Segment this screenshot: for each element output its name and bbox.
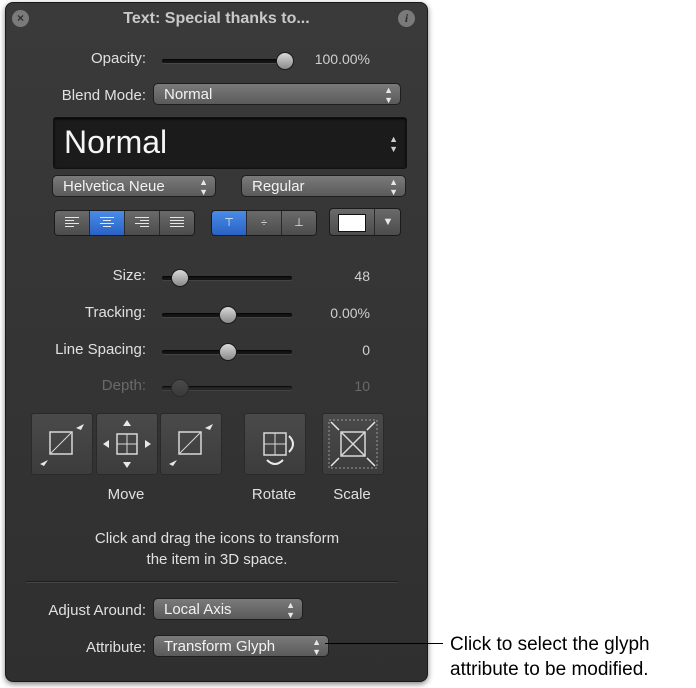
move-xy-button[interactable] [31, 413, 93, 475]
scale-label: Scale [333, 486, 371, 503]
scale-icon [328, 419, 378, 469]
attribute-label: Attribute: [85, 639, 146, 656]
move-icon [103, 420, 151, 468]
popup-arrows-icon: ▲ ▼ [389, 177, 398, 197]
popup-arrows-icon: ▲ ▼ [389, 134, 398, 154]
font-family-popup[interactable]: Helvetica Neue ▲ ▼ [52, 175, 216, 197]
text-hud-panel: × Text: Special thanks to... i Opacity: … [5, 2, 428, 682]
line-spacing-value[interactable]: 0 [296, 342, 370, 358]
popup-arrows-icon: ▲ ▼ [199, 177, 208, 197]
tracking-slider[interactable] [162, 306, 292, 324]
align-top-button[interactable]: ⊤ [212, 211, 247, 235]
scale-button[interactable] [322, 413, 384, 475]
depth-slider [162, 379, 292, 397]
tracking-value[interactable]: 0.00% [296, 305, 370, 321]
adjust-around-popup[interactable]: Local Axis ▲ ▼ [153, 598, 303, 620]
blend-mode-popup[interactable]: Normal ▲ ▼ [153, 83, 401, 105]
depth-slider-knob [171, 379, 189, 397]
adjust-around-label: Adjust Around: [48, 602, 146, 619]
font-family-value: Helvetica Neue [63, 178, 165, 195]
line-spacing-label: Line Spacing: [55, 341, 146, 358]
move-button[interactable] [96, 413, 158, 475]
size-slider-knob[interactable] [171, 269, 189, 287]
popup-arrows-icon: ▲ ▼ [286, 600, 295, 620]
align-center-button[interactable] [90, 211, 125, 235]
tracking-label: Tracking: [84, 304, 146, 321]
align-top-icon: ⊤ [224, 217, 234, 229]
size-label: Size: [112, 267, 146, 284]
align-left-button[interactable] [55, 211, 90, 235]
callout-text: Click to select the glyph attribute to b… [450, 632, 690, 682]
instructions-line-1: Click and drag the icons to transform [94, 530, 340, 547]
move-z-button[interactable] [160, 413, 222, 475]
rotate-button[interactable] [244, 413, 306, 475]
vertical-alignment-control: ⊤ ÷ ⊥ [211, 210, 317, 236]
opacity-value[interactable]: 100.00% [296, 51, 370, 67]
depth-value: 10 [354, 378, 370, 394]
callout-line [325, 643, 443, 644]
transform-instructions: Click and drag the icons to transform th… [26, 528, 408, 570]
text-color-well[interactable]: ▼ [329, 208, 401, 236]
opacity-label: Opacity: [90, 50, 146, 67]
popup-arrows-icon: ▲ ▼ [312, 637, 321, 657]
instructions-line-2: the item in 3D space. [146, 551, 288, 568]
rotate-icon [263, 432, 294, 465]
move-label: Move [107, 486, 145, 503]
align-bottom-button[interactable]: ⊥ [282, 211, 316, 235]
move-depth-icon [169, 424, 213, 466]
justify-button[interactable] [160, 211, 194, 235]
horizontal-alignment-control [54, 210, 195, 236]
move-diagonal-icon [40, 424, 84, 466]
align-middle-button[interactable]: ÷ [247, 211, 282, 235]
callout-line-1: Click to select the glyph [450, 634, 650, 655]
line-spacing-slider-knob[interactable] [219, 343, 237, 361]
chevron-down-icon[interactable]: ▼ [374, 209, 401, 235]
color-swatch[interactable] [338, 214, 366, 232]
adjust-around-value: Local Axis [164, 601, 232, 618]
typeface-popup[interactable]: Regular ▲ ▼ [241, 175, 406, 197]
opacity-slider[interactable] [162, 52, 294, 70]
style-preset-value: Normal [64, 124, 168, 160]
style-preset-popup[interactable]: Normal ▲ ▼ [53, 117, 407, 169]
line-spacing-slider[interactable] [162, 343, 292, 361]
blend-mode-label: Blend Mode: [61, 87, 146, 104]
window-title: Text: Special thanks to... [123, 10, 310, 27]
tracking-slider-knob[interactable] [219, 306, 237, 324]
opacity-slider-knob[interactable] [276, 52, 294, 70]
typeface-value: Regular [252, 178, 305, 195]
align-right-button[interactable] [125, 211, 160, 235]
align-bottom-icon: ⊥ [294, 217, 304, 229]
size-slider[interactable] [162, 269, 292, 287]
depth-label: Depth: [101, 377, 146, 394]
popup-arrows-icon: ▲ ▼ [384, 85, 393, 105]
size-value[interactable]: 48 [296, 268, 370, 284]
info-icon[interactable]: i [398, 10, 415, 27]
blend-mode-value: Normal [164, 86, 213, 103]
rotate-label: Rotate [251, 486, 297, 503]
attribute-popup[interactable]: Transform Glyph ▲ ▼ [153, 635, 329, 657]
divider [26, 581, 398, 583]
callout-line-2: attribute to be modified. [450, 659, 649, 680]
align-middle-icon: ÷ [260, 217, 268, 229]
attribute-value: Transform Glyph [164, 638, 276, 655]
